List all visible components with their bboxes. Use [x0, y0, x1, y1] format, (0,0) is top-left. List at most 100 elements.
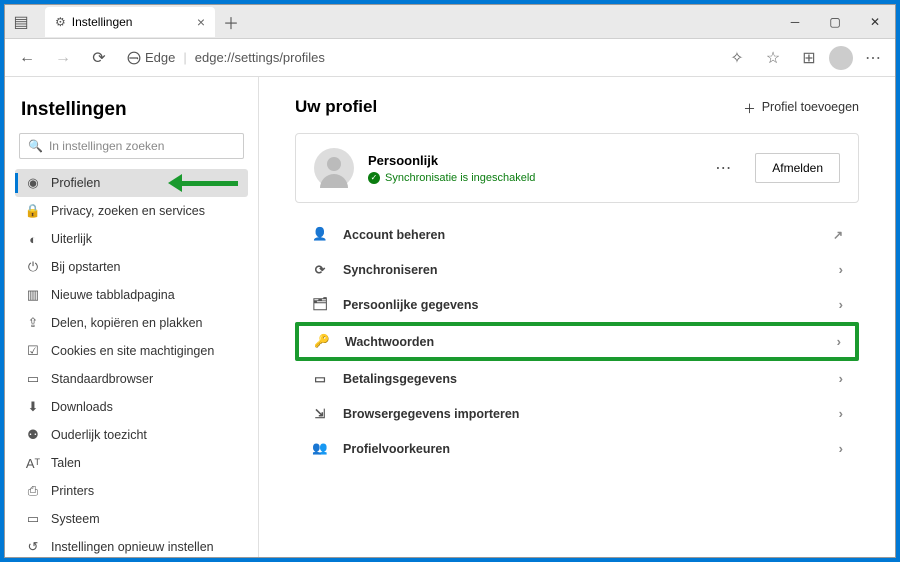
browser-icon: ▭ — [25, 371, 41, 387]
lock-icon: 🔒 — [25, 203, 41, 219]
profile-avatar-icon[interactable] — [829, 46, 853, 70]
sync-status-text: Synchronisatie is ingeschakeld — [385, 172, 535, 184]
sidebar-item-label: Printers — [51, 484, 94, 498]
gear-icon: ⚙ — [55, 15, 66, 29]
reset-icon: ↺ — [25, 539, 41, 555]
window-controls: ─ ▢ ✕ — [775, 5, 895, 39]
sidebar-item-label: Uiterlijk — [51, 232, 92, 246]
profile-info: Persoonlijk ✓ Synchronisatie is ingescha… — [368, 153, 691, 184]
sidebar-item-profielen[interactable]: ◉ Profielen — [15, 169, 248, 197]
minimize-button[interactable]: ─ — [775, 5, 815, 39]
toolbar: ← → ⟳ Edge | edge://settings/profiles ✧ … — [5, 39, 895, 77]
sidebar-item-label: Systeem — [51, 512, 100, 526]
sidebar-item-default[interactable]: ▭ Standaardbrowser — [15, 365, 248, 393]
profile-card: Persoonlijk ✓ Synchronisatie is ingescha… — [295, 133, 859, 203]
setting-voorkeuren[interactable]: 👥 Profielvoorkeuren › — [295, 431, 859, 466]
page-title: Uw profiel — [295, 97, 377, 117]
person-card-icon: 🗂 — [311, 297, 329, 312]
back-button[interactable]: ← — [11, 42, 43, 74]
main-panel: Uw profiel ＋ Profiel toevoegen Persoonli… — [259, 77, 895, 557]
share-icon: ⇪ — [25, 315, 41, 331]
new-tab-button[interactable]: ＋ — [215, 10, 247, 34]
language-icon: Aᵀ — [25, 455, 41, 471]
maximize-button[interactable]: ▢ — [815, 5, 855, 39]
sidebar-item-talen[interactable]: Aᵀ Talen — [15, 449, 248, 477]
setting-import[interactable]: ⇲ Browsergegevens importeren › — [295, 396, 859, 431]
sidebar-item-family[interactable]: ⚉ Ouderlijk toezicht — [15, 421, 248, 449]
setting-betalingen[interactable]: ▭ Betalingsgegevens › — [295, 361, 859, 396]
setting-label: Synchroniseren — [343, 263, 825, 277]
chevron-right-icon: › — [839, 297, 843, 312]
search-icon: 🔍 — [28, 139, 43, 153]
appearance-icon: ◐ — [25, 231, 41, 247]
profile-name: Persoonlijk — [368, 153, 691, 168]
sidebar-item-privacy[interactable]: 🔒 Privacy, zoeken en services — [15, 197, 248, 225]
sidebar-item-downloads[interactable]: ⬇Downloads — [15, 393, 248, 421]
printer-icon: ⎙ — [25, 483, 41, 499]
sidebar-item-uiterlijk[interactable]: ◐ Uiterlijk — [15, 225, 248, 253]
close-button[interactable]: ✕ — [855, 5, 895, 39]
setting-label: Wachtwoorden — [345, 335, 823, 349]
key-icon: 🔑 — [313, 334, 331, 349]
sidebar-item-cookies[interactable]: ☑Cookies en site machtigingen — [15, 337, 248, 365]
system-icon: ▭ — [25, 511, 41, 527]
titlebar: ▤ ⚙ Instellingen × ＋ ─ ▢ ✕ — [5, 5, 895, 39]
sidebar-item-label: Cookies en site machtigingen — [51, 344, 214, 358]
family-icon: ⚉ — [25, 427, 41, 443]
tab-strip-icon[interactable]: ▤ — [5, 6, 37, 38]
refresh-button[interactable]: ⟳ — [83, 42, 115, 74]
external-link-icon: ↗ — [833, 228, 843, 242]
browser-tab[interactable]: ⚙ Instellingen × — [45, 7, 215, 37]
sidebar-item-label: Standaardbrowser — [51, 372, 153, 386]
check-icon: ✓ — [368, 172, 380, 184]
sidebar-item-label: Instellingen opnieuw instellen — [51, 540, 214, 554]
sidebar-item-printers[interactable]: ⎙ Printers — [15, 477, 248, 505]
page-icon: ▥ — [25, 287, 41, 303]
add-profile-label: Profiel toevoegen — [762, 100, 859, 114]
sidebar-item-newtab[interactable]: ▥ Nieuwe tabbladpagina — [15, 281, 248, 309]
setting-label: Account beheren — [343, 228, 819, 242]
url-text: edge://settings/profiles — [195, 50, 325, 65]
add-profile-button[interactable]: ＋ Profiel toevoegen — [743, 98, 859, 117]
sidebar-item-reset[interactable]: ↺ Instellingen opnieuw instellen — [15, 533, 248, 557]
read-aloud-icon[interactable]: ✧ — [721, 42, 753, 74]
setting-wachtwoorden[interactable]: 🔑 Wachtwoorden › — [299, 326, 855, 357]
setting-persoonlijke[interactable]: 🗂 Persoonlijke gegevens › — [295, 287, 859, 322]
sidebar-item-label: Nieuwe tabbladpagina — [51, 288, 175, 302]
sidebar-item-label: Profielen — [51, 176, 100, 190]
setting-synchroniseren[interactable]: ⟳ Synchroniseren › — [295, 252, 859, 287]
sidebar-item-opstarten[interactable]: ⏻Bij opstarten — [15, 253, 248, 281]
forward-button: → — [47, 42, 79, 74]
address-bar[interactable]: Edge | edge://settings/profiles — [127, 50, 717, 65]
setting-label: Profielvoorkeuren — [343, 442, 825, 456]
more-menu-icon[interactable]: ⋯ — [857, 42, 889, 74]
profile-icon: ◉ — [25, 175, 41, 191]
profile-more-button[interactable]: ⋯ — [705, 154, 741, 182]
edge-logo-icon: Edge — [127, 50, 175, 65]
annotation-arrow — [168, 176, 238, 190]
search-input[interactable]: 🔍 In instellingen zoeken — [19, 133, 244, 159]
sidebar-item-delen[interactable]: ⇪Delen, kopiëren en plakken — [15, 309, 248, 337]
sidebar-item-label: Downloads — [51, 400, 113, 414]
sidebar-item-label: Privacy, zoeken en services — [51, 204, 205, 218]
sync-icon: ⟳ — [311, 262, 329, 277]
setting-label: Betalingsgegevens — [343, 372, 825, 386]
chevron-right-icon: › — [839, 406, 843, 421]
chevron-right-icon: › — [837, 334, 841, 349]
setting-account-beheren[interactable]: 👤 Account beheren ↗ — [295, 217, 859, 252]
signout-button[interactable]: Afmelden — [755, 153, 840, 183]
chevron-right-icon: › — [839, 371, 843, 386]
avatar-icon — [314, 148, 354, 188]
toolbar-right: ✧ ☆ ⊞ ⋯ — [721, 42, 889, 74]
content-area: Instellingen 🔍 In instellingen zoeken ◉ … — [5, 77, 895, 557]
chevron-right-icon: › — [839, 262, 843, 277]
address-divider: | — [183, 50, 186, 65]
favorites-icon[interactable]: ☆ — [757, 42, 789, 74]
close-tab-icon[interactable]: × — [197, 14, 205, 30]
sidebar-item-label: Talen — [51, 456, 81, 470]
profile-settings-list: 👤 Account beheren ↗ ⟳ Synchroniseren › 🗂… — [295, 217, 859, 466]
people-icon: 👥 — [311, 441, 329, 456]
collections-icon[interactable]: ⊞ — [793, 42, 825, 74]
sidebar-item-systeem[interactable]: ▭ Systeem — [15, 505, 248, 533]
sidebar-item-label: Ouderlijk toezicht — [51, 428, 147, 442]
